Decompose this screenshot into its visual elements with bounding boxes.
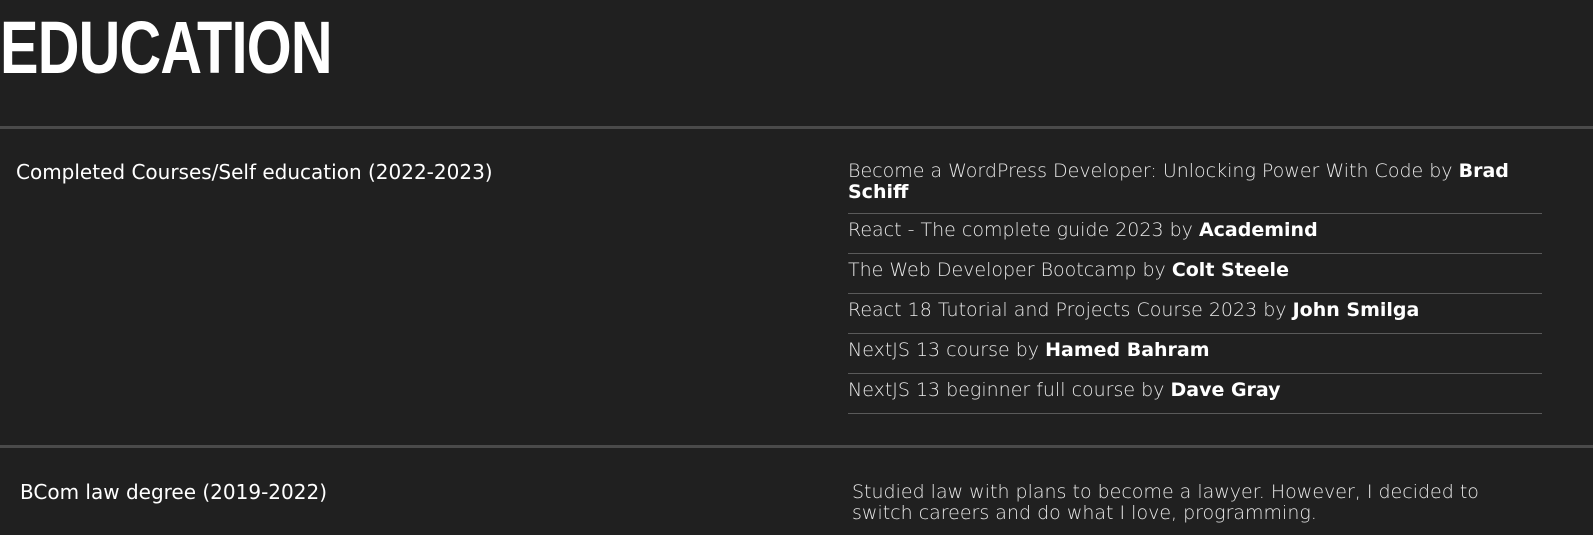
course-by: by — [1429, 160, 1453, 182]
course-title: Become a WordPress Developer: Unlocking … — [848, 160, 1424, 182]
course-by: by — [1142, 259, 1166, 281]
course-by: by — [1263, 299, 1287, 321]
section-divider — [0, 126, 1593, 129]
section-divider — [0, 445, 1593, 448]
degree-description: Studied law with plans to become a lawye… — [852, 481, 1479, 524]
course-item: React - The complete guide 2023 by Acade… — [848, 220, 1542, 254]
degree-section-label: BCom law degree (2019-2022) — [20, 480, 328, 504]
course-title: React - The complete guide 2023 — [848, 219, 1164, 241]
course-title: The Web Developer Bootcamp — [848, 259, 1137, 281]
course-by: by — [1015, 339, 1040, 361]
course-author: Colt Steele — [1171, 259, 1289, 281]
course-list: Become a WordPress Developer: Unlocking … — [848, 161, 1542, 420]
course-item: NextJS 13 course by Hamed Bahram — [848, 340, 1542, 374]
course-author: Academind — [1198, 219, 1318, 241]
course-by: by — [1141, 379, 1165, 401]
course-title: NextJS 13 beginner full course — [848, 379, 1136, 401]
course-author: Dave Gray — [1170, 379, 1281, 401]
course-item: Become a WordPress Developer: Unlocking … — [848, 161, 1542, 214]
course-author: John Smilga — [1292, 299, 1420, 321]
course-item: React 18 Tutorial and Projects Course 20… — [848, 300, 1542, 334]
courses-section-label: Completed Courses/Self education (2022-2… — [16, 160, 493, 184]
course-author: Hamed Bahram — [1045, 339, 1210, 361]
course-title: React 18 Tutorial and Projects Course 20… — [848, 299, 1258, 321]
page-title: EDUCATION — [0, 6, 333, 89]
education-page: EDUCATION Completed Courses/Self educati… — [0, 0, 1593, 535]
course-item: NextJS 13 beginner full course by Dave G… — [848, 380, 1542, 414]
course-title: NextJS 13 course — [848, 339, 1010, 361]
course-item: The Web Developer Bootcamp by Colt Steel… — [848, 260, 1542, 294]
course-by: by — [1169, 219, 1193, 241]
